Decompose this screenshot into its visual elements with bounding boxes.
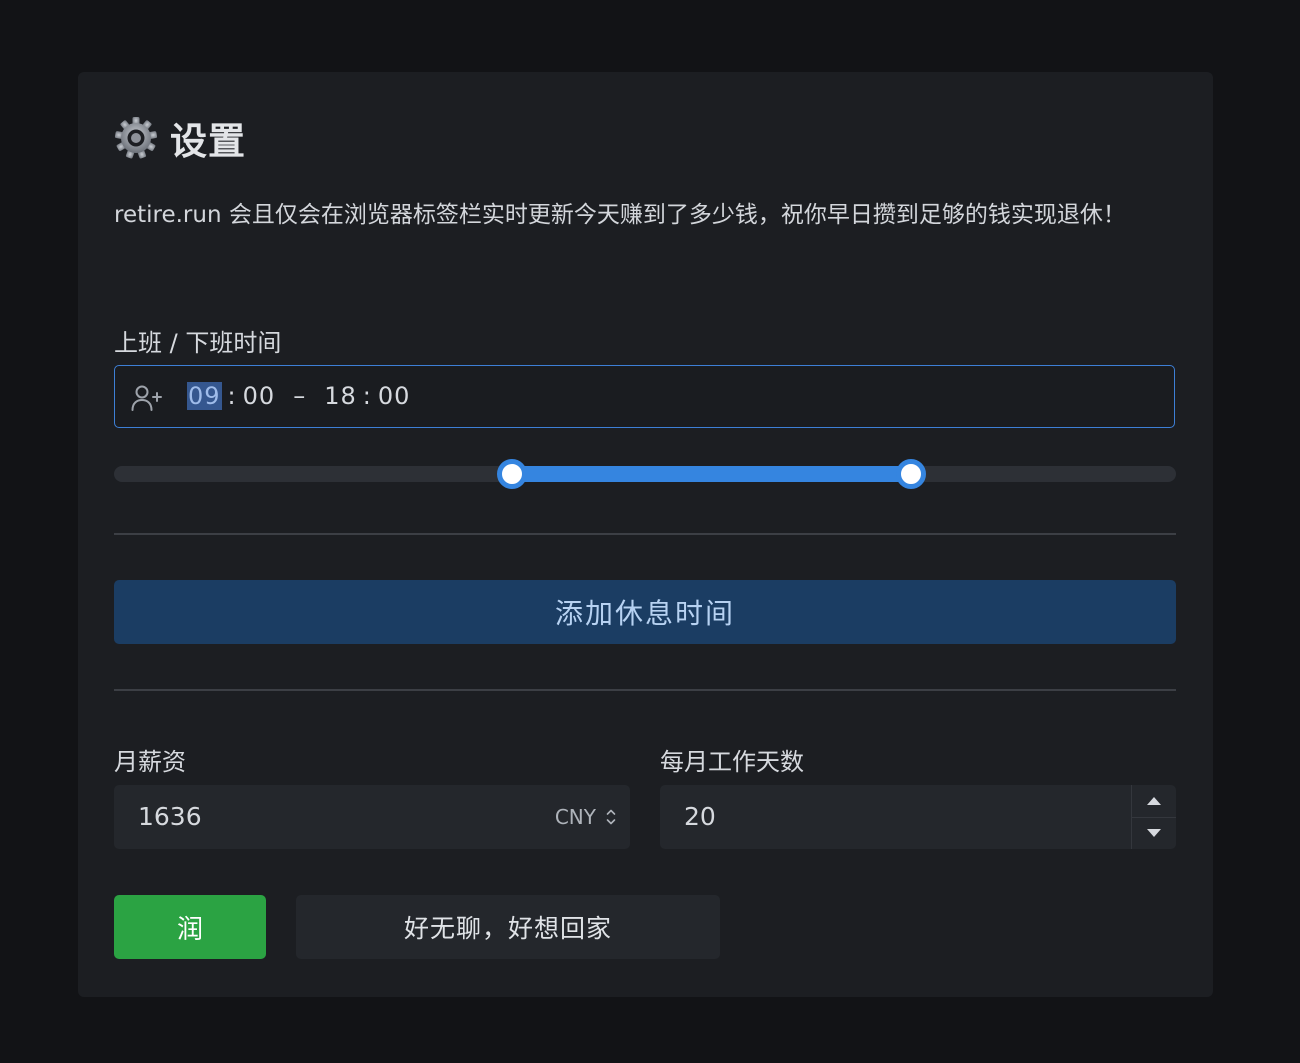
- caret-up-icon: [1147, 797, 1161, 805]
- slider-range-fill: [512, 466, 911, 482]
- salary-input[interactable]: 1636 CNY: [114, 785, 630, 849]
- quantity-stepper: [1131, 785, 1176, 849]
- work-days-value: 20: [684, 802, 716, 831]
- decrement-button[interactable]: [1132, 817, 1176, 849]
- sort-icon: [606, 809, 616, 825]
- gear-icon: [114, 117, 158, 159]
- start-hour-segment[interactable]: 09: [187, 382, 222, 410]
- add-break-button[interactable]: 添加休息时间: [114, 580, 1176, 644]
- work-hours-value: 09 : 00 – 18 : 00: [187, 366, 410, 426]
- currency-select[interactable]: CNY: [555, 785, 616, 849]
- settings-header: 设置: [114, 112, 246, 164]
- description-text: retire.run 会且仅会在浏览器标签栏实时更新今天赚到了多少钱，祝你早日攒…: [114, 202, 1126, 228]
- work-hours-slider[interactable]: [114, 459, 1176, 489]
- slider-end-handle[interactable]: [895, 459, 926, 489]
- increment-button[interactable]: [1132, 785, 1176, 818]
- work-hours-label: 上班 / 下班时间: [114, 329, 282, 357]
- work-days-label: 每月工作天数: [660, 748, 804, 776]
- currency-label: CNY: [554, 805, 596, 829]
- work-days-input[interactable]: 20: [660, 785, 1176, 849]
- start-minute-segment[interactable]: 00: [243, 382, 276, 410]
- page-title: 设置: [170, 120, 246, 163]
- run-button[interactable]: 润: [114, 895, 266, 959]
- user-plus-icon: [131, 385, 162, 411]
- work-hours-input[interactable]: 09 : 00 – 18 : 00: [114, 365, 1175, 428]
- bored-go-home-button[interactable]: 好无聊，好想回家: [296, 895, 720, 959]
- divider: [114, 533, 1176, 535]
- end-hour-segment[interactable]: 18: [324, 382, 357, 410]
- time-separator: :: [227, 382, 237, 410]
- caret-down-icon: [1147, 829, 1161, 837]
- divider: [114, 689, 1176, 691]
- end-minute-segment[interactable]: 00: [378, 382, 411, 410]
- range-dash: –: [293, 382, 307, 410]
- time-separator: :: [362, 382, 372, 410]
- salary-label: 月薪资: [114, 748, 186, 776]
- salary-value: 1636: [138, 802, 202, 831]
